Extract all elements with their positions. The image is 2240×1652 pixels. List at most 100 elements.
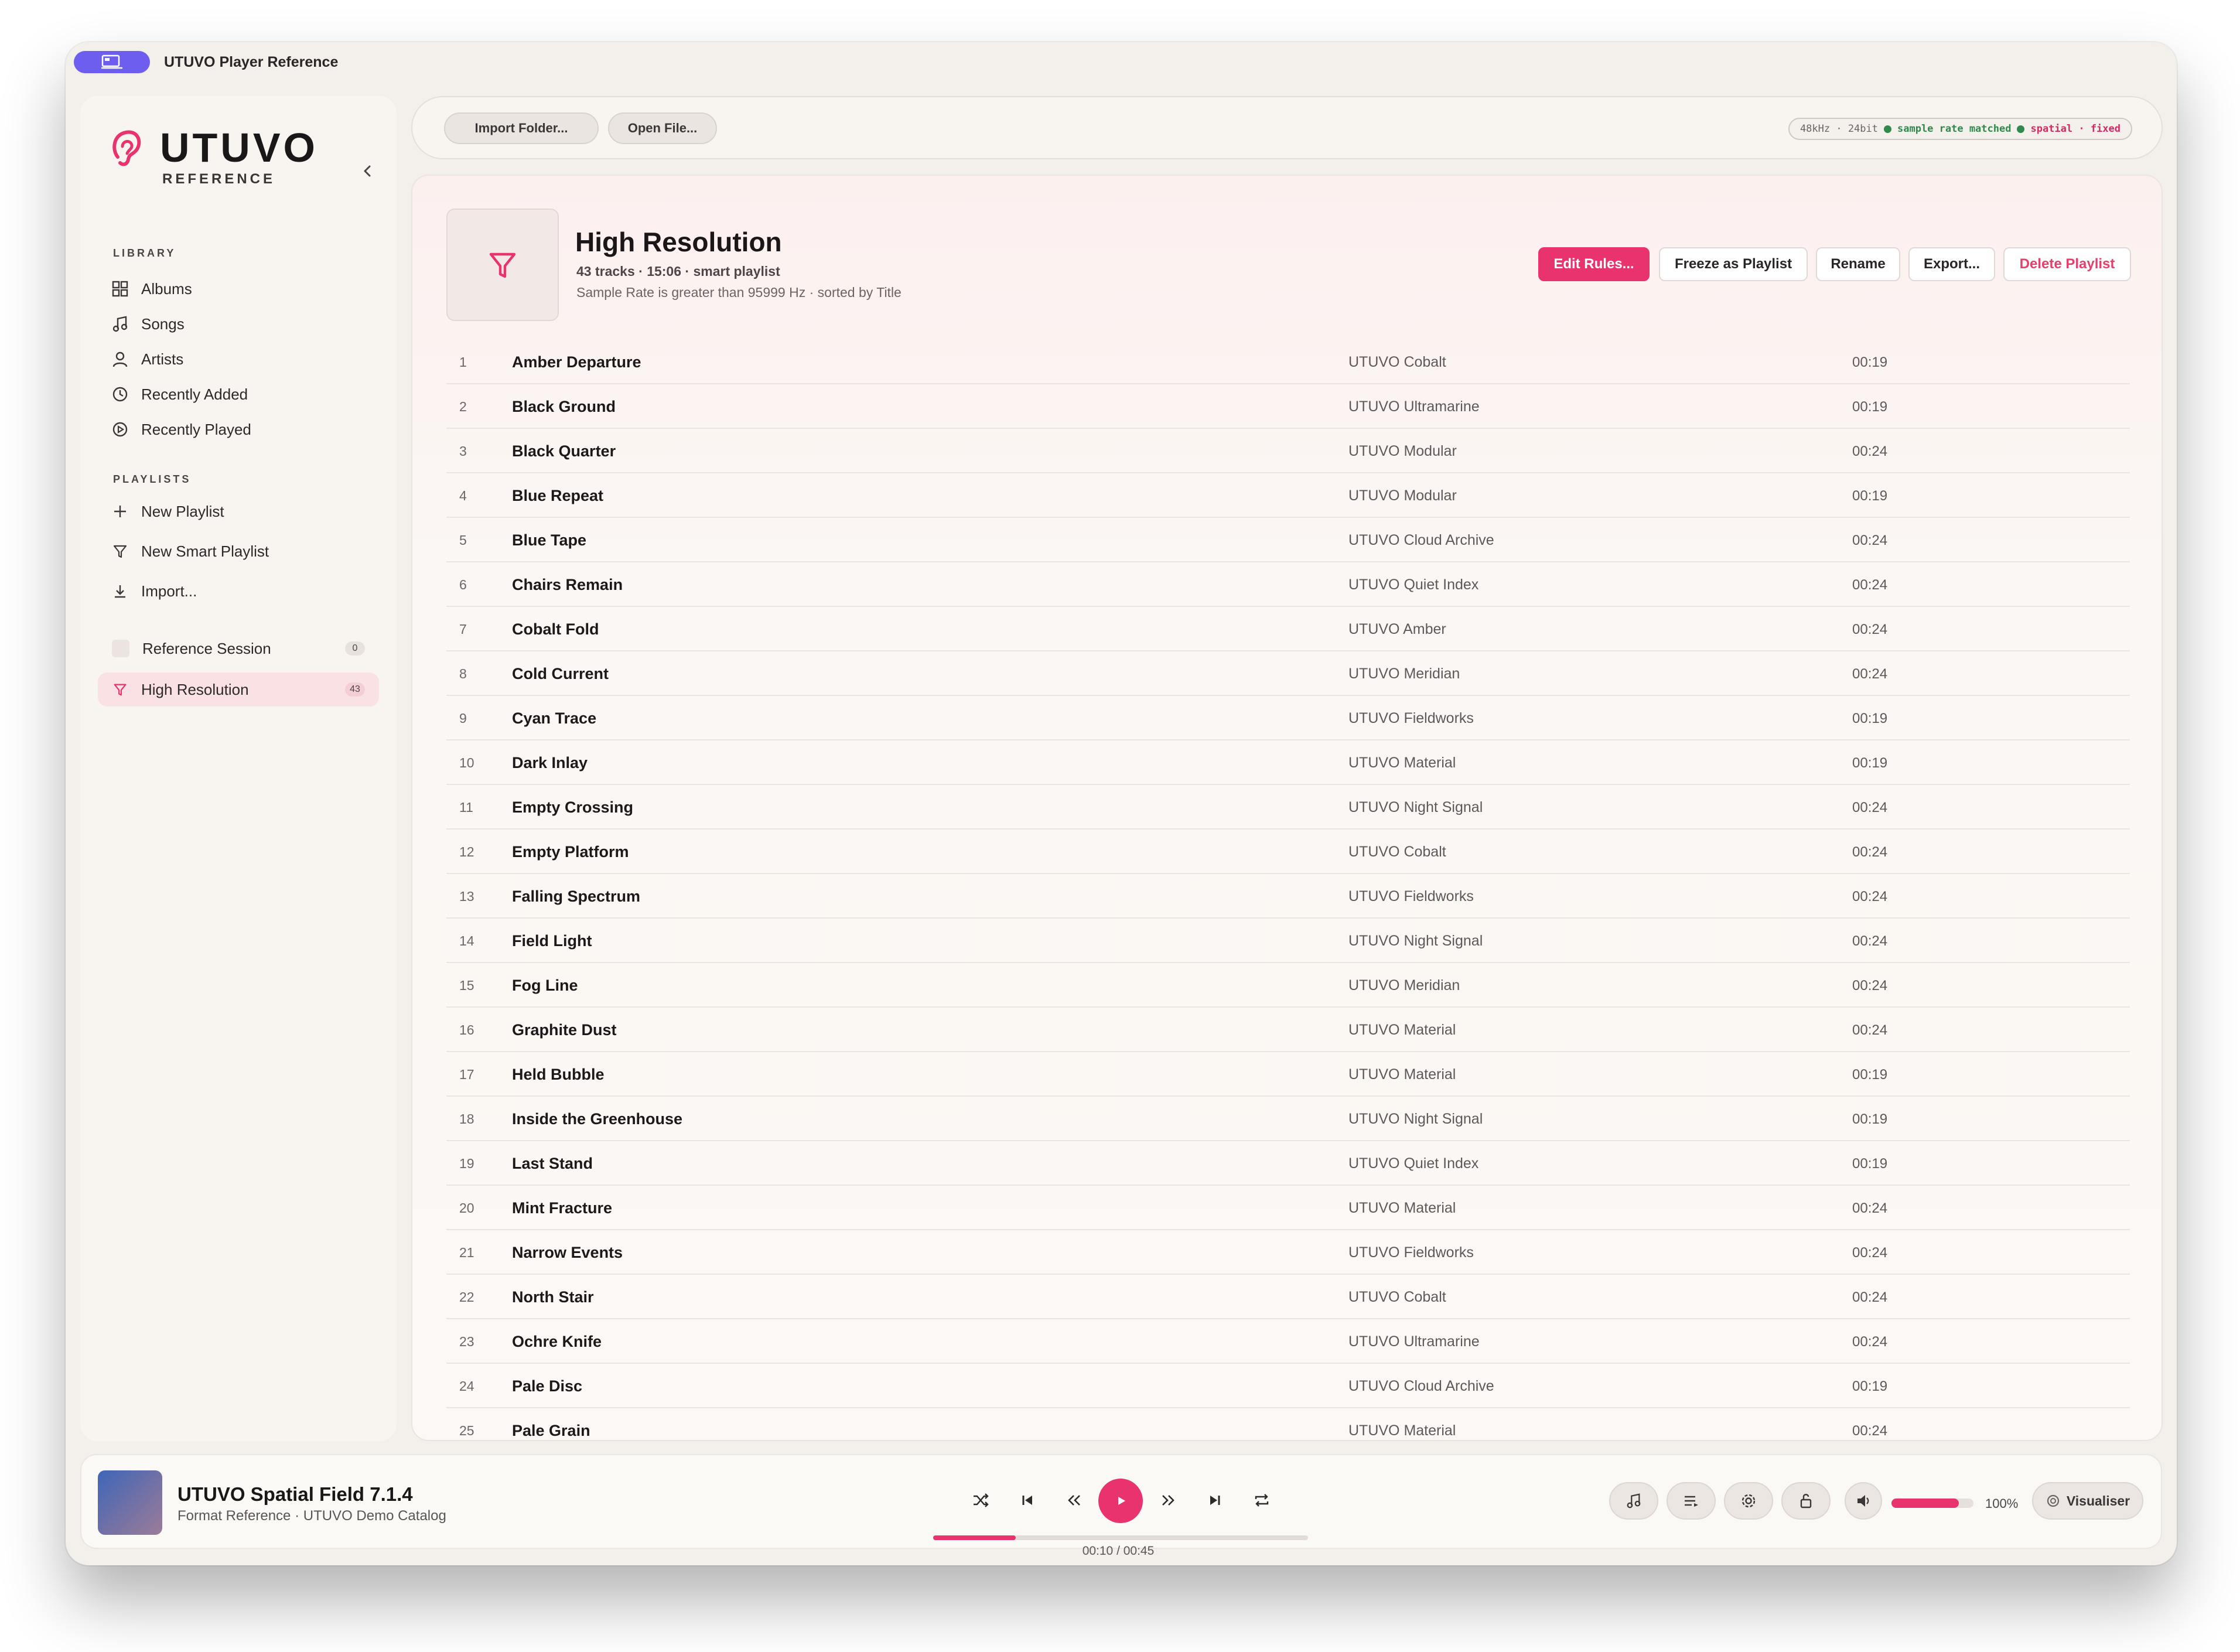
track-number: 21 [459, 1245, 474, 1260]
track-row[interactable]: 13 Falling Spectrum UTUVO Fieldworks 00:24 [446, 874, 2130, 919]
track-artist: UTUVO Night Signal [1348, 933, 1483, 949]
person-icon [110, 349, 131, 370]
clock-icon [110, 384, 131, 405]
import-playlist-button[interactable]: Import... [98, 574, 379, 608]
track-row[interactable]: 2 Black Ground UTUVO Ultramarine 00:19 [446, 384, 2130, 429]
track-artist: UTUVO Fieldworks [1348, 888, 1474, 904]
track-duration: 00:19 [1852, 711, 1888, 726]
new-smart-playlist-button[interactable]: New Smart Playlist [98, 534, 379, 568]
track-duration: 00:24 [1852, 622, 1888, 637]
window-icon [101, 54, 122, 69]
sidebar-item-label: New Playlist [141, 502, 224, 520]
audio-status-pill: 48kHz · 24bit sample rate matched spatia… [1788, 118, 2132, 140]
fast-forward-icon [1162, 1495, 1174, 1506]
track-title: Fog Line [512, 977, 578, 994]
track-row[interactable]: 1 Amber Departure UTUVO Cobalt 00:19 [446, 340, 2130, 384]
track-row[interactable]: 23 Ochre Knife UTUVO Ultramarine 00:24 [446, 1319, 2130, 1364]
new-playlist-button[interactable]: New Playlist [98, 494, 379, 528]
track-row[interactable]: 14 Field Light UTUVO Night Signal 00:24 [446, 919, 2130, 963]
track-duration: 00:24 [1852, 889, 1888, 904]
previous-track-button[interactable] [1013, 1486, 1042, 1515]
track-title: Inside the Greenhouse [512, 1110, 683, 1128]
playback-time: 00:10 / 00:45 [1082, 1544, 1155, 1558]
sidebar-item-label: Reference Session [142, 639, 271, 657]
track-duration: 00:24 [1852, 1022, 1888, 1038]
track-row[interactable]: 17 Held Bubble UTUVO Material 00:19 [446, 1052, 2130, 1097]
track-row[interactable]: 15 Fog Line UTUVO Meridian 00:24 [446, 963, 2130, 1008]
track-title: Black Quarter [512, 442, 616, 460]
app-window: UTUVO Player Reference UTUVO REFERENCE L… [66, 42, 2177, 1565]
track-row[interactable]: 7 Cobalt Fold UTUVO Amber 00:24 [446, 607, 2130, 651]
export-button[interactable]: Export... [1908, 247, 1995, 281]
sidebar-item-artists[interactable]: Artists [98, 342, 379, 376]
track-title: Cyan Trace [512, 709, 597, 727]
track-row[interactable]: 12 Empty Platform UTUVO Cobalt 00:24 [446, 830, 2130, 874]
next-track-button[interactable] [1200, 1486, 1230, 1515]
sidebar-item-songs[interactable]: Songs [98, 307, 379, 341]
track-row[interactable]: 3 Black Quarter UTUVO Modular 00:24 [446, 429, 2130, 473]
app-switcher-button[interactable] [74, 51, 150, 73]
track-duration: 00:24 [1852, 1245, 1888, 1261]
track-title: North Stair [512, 1288, 594, 1306]
queue-button[interactable] [1667, 1482, 1716, 1520]
shuffle-icon [974, 1493, 989, 1507]
sidebar-item-recently-played[interactable]: Recently Played [98, 412, 379, 446]
track-row[interactable]: 11 Empty Crossing UTUVO Night Signal 00:24 [446, 785, 2130, 830]
fast-forward-button[interactable] [1153, 1486, 1183, 1515]
track-row[interactable]: 22 North Stair UTUVO Cobalt 00:24 [446, 1275, 2130, 1319]
freeze-as-playlist-button[interactable]: Freeze as Playlist [1659, 247, 1808, 281]
volume-fill [1891, 1499, 1959, 1508]
sidebar-playlist-high-resolution[interactable]: High Resolution 43 [98, 673, 379, 706]
track-artist: UTUVO Cobalt [1348, 1289, 1446, 1305]
track-row[interactable]: 24 Pale Disc UTUVO Cloud Archive 00:19 [446, 1364, 2130, 1408]
brand-logo: UTUVO REFERENCE [110, 124, 320, 189]
track-row[interactable]: 10 Dark Inlay UTUVO Material 00:19 [446, 740, 2130, 785]
track-row[interactable]: 18 Inside the Greenhouse UTUVO Night Signa… [446, 1097, 2130, 1141]
track-duration: 00:24 [1852, 577, 1888, 593]
playback-progress-fill [933, 1535, 1016, 1540]
sidebar-item-albums[interactable]: Albums [98, 272, 379, 306]
track-artist: UTUVO Material [1348, 1200, 1456, 1216]
track-title: Dark Inlay [512, 754, 588, 772]
spatial-lock-button[interactable] [1781, 1482, 1831, 1520]
sidebar-item-label: New Smart Playlist [141, 542, 269, 560]
rename-button[interactable]: Rename [1816, 247, 1900, 281]
repeat-button[interactable] [1247, 1486, 1276, 1515]
track-duration: 00:19 [1852, 755, 1888, 771]
lyrics-button[interactable] [1609, 1482, 1658, 1520]
track-number: 18 [459, 1111, 474, 1127]
track-artist: UTUVO Fieldworks [1348, 710, 1474, 726]
track-row[interactable]: 8 Cold Current UTUVO Meridian 00:24 [446, 651, 2130, 696]
play-circle-icon [110, 419, 131, 440]
sidebar-playlist-reference-session[interactable]: Reference Session 0 [98, 632, 379, 665]
track-row[interactable]: 6 Chairs Remain UTUVO Quiet Index 00:24 [446, 562, 2130, 607]
mute-button[interactable] [1845, 1482, 1882, 1520]
collapse-sidebar-button[interactable] [357, 161, 378, 182]
track-artist: UTUVO Material [1348, 1066, 1456, 1083]
track-row[interactable]: 25 Pale Grain UTUVO Material 00:24 [446, 1408, 2130, 1440]
edit-rules-button[interactable]: Edit Rules... [1538, 247, 1650, 281]
shuffle-button[interactable] [966, 1486, 995, 1515]
track-row[interactable]: 21 Narrow Events UTUVO Fieldworks 00:24 [446, 1230, 2130, 1275]
track-artist: UTUVO Quiet Index [1348, 576, 1479, 593]
track-row[interactable]: 20 Mint Fracture UTUVO Material 00:24 [446, 1186, 2130, 1230]
playback-progress-slider[interactable] [933, 1535, 1308, 1540]
rewind-button[interactable] [1060, 1486, 1089, 1515]
settings-button[interactable] [1724, 1482, 1773, 1520]
sample-rate-status-text: sample rate matched [1897, 123, 2012, 135]
import-folder-button[interactable]: Import Folder... [444, 112, 599, 144]
sidebar-item-recently-added[interactable]: Recently Added [98, 377, 379, 411]
track-row[interactable]: 9 Cyan Trace UTUVO Fieldworks 00:19 [446, 696, 2130, 740]
delete-playlist-button[interactable]: Delete Playlist [2003, 247, 2131, 281]
track-row[interactable]: 4 Blue Repeat UTUVO Modular 00:19 [446, 473, 2130, 518]
track-number: 9 [459, 711, 467, 726]
track-artist: UTUVO Material [1348, 755, 1456, 771]
track-row[interactable]: 16 Graphite Dust UTUVO Material 00:24 [446, 1008, 2130, 1052]
open-file-button[interactable]: Open File... [608, 112, 717, 144]
track-row[interactable]: 19 Last Stand UTUVO Quiet Index 00:19 [446, 1141, 2130, 1186]
play-button[interactable] [1098, 1479, 1143, 1523]
skip-back-icon [1022, 1496, 1032, 1505]
visualiser-button[interactable]: Visualiser [2032, 1482, 2143, 1520]
track-row[interactable]: 5 Blue Tape UTUVO Cloud Archive 00:24 [446, 518, 2130, 562]
volume-slider[interactable] [1891, 1499, 1973, 1508]
